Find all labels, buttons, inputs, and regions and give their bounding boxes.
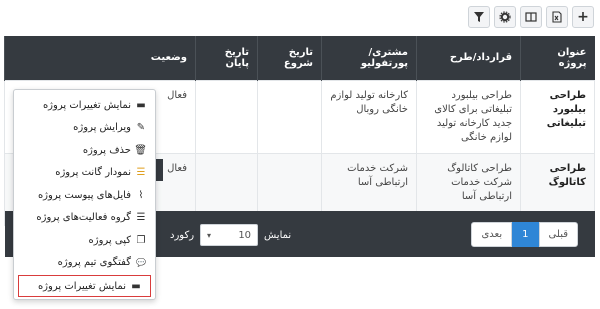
menu-item-show-changes[interactable]: ▬ نمایش تغییرات پروژه bbox=[14, 94, 155, 117]
cell-title: طراحی بیلبورد تبلیغاتی bbox=[520, 79, 595, 154]
add-button[interactable]: + bbox=[572, 6, 594, 28]
row-actions-toggle[interactable] bbox=[156, 159, 163, 181]
menu-item-activity-groups[interactable]: ☰ گروه فعالیت‌های پروژه bbox=[14, 207, 155, 230]
archive-icon: ▬ bbox=[131, 280, 141, 292]
menu-item-label: نمودار گانت پروژه bbox=[55, 167, 131, 179]
filter-icon bbox=[474, 12, 484, 22]
page-size-value: 10 bbox=[238, 229, 252, 241]
columns-button[interactable] bbox=[520, 6, 542, 28]
menu-item-label: فایل‌های پیوست پروژه bbox=[37, 189, 131, 201]
cell-contract: طراحی بیلبورد تبلیغاتی برای کالای جدید ک… bbox=[416, 79, 521, 154]
archive-icon: ▬ bbox=[136, 99, 146, 111]
header-title[interactable]: عنوان پروژه bbox=[520, 36, 595, 80]
show-label: نمایش bbox=[264, 229, 292, 241]
menu-item-team-chat[interactable]: 💬 گفتگوی تیم پروژه bbox=[14, 252, 155, 275]
gear-icon bbox=[499, 11, 511, 23]
table-header-row: عنوان پروژه قرارداد/طرح مشتری/پورتفولیو … bbox=[4, 36, 595, 80]
menu-item-label: گروه فعالیت‌های پروژه bbox=[36, 212, 131, 224]
menu-item-label: حذف پروژه bbox=[82, 144, 131, 156]
header-start-date[interactable]: تاریخ شروع bbox=[257, 36, 322, 80]
menu-item-delete[interactable]: 🗑 حذف پروژه bbox=[14, 139, 155, 162]
header-end-date[interactable]: تاریخ پایان bbox=[195, 36, 258, 80]
menu-item-label: نمایش تغییرات پروژه bbox=[37, 280, 126, 292]
records-label: رکورد bbox=[170, 229, 195, 241]
menu-item-label: نمایش تغییرات پروژه bbox=[42, 99, 131, 111]
menu-item-label: ویرایش پروژه bbox=[73, 122, 131, 134]
toolbar: + bbox=[468, 6, 594, 28]
page-size-select[interactable]: ▾ 10 bbox=[200, 224, 259, 246]
cell-client: کارخانه تولید لوازم خانگی روبال bbox=[321, 79, 417, 154]
filter-button[interactable] bbox=[468, 6, 490, 28]
prev-page-button[interactable]: قبلی bbox=[538, 222, 578, 247]
menu-item-gantt[interactable]: ☰ نمودار گانت پروژه bbox=[14, 162, 155, 185]
columns-icon bbox=[525, 12, 537, 22]
menu-item-show-changes-highlighted[interactable]: ▬ نمایش تغییرات پروژه bbox=[18, 275, 151, 297]
copy-icon: ❐ bbox=[136, 234, 146, 246]
header-client[interactable]: مشتری/پورتفولیو bbox=[321, 36, 417, 80]
excel-icon bbox=[552, 11, 562, 23]
list-icon: ☰ bbox=[136, 212, 146, 224]
edit-icon: ✎ bbox=[136, 122, 146, 134]
page-size-control: نمایش ▾ 10 رکورد bbox=[170, 224, 291, 246]
cell-end-date bbox=[195, 79, 258, 154]
menu-item-edit[interactable]: ✎ ویرایش پروژه bbox=[14, 117, 155, 140]
export-excel-button[interactable] bbox=[546, 6, 568, 28]
next-page-button[interactable]: بعدی bbox=[471, 222, 513, 247]
settings-button[interactable] bbox=[494, 6, 516, 28]
menu-item-attachments[interactable]: ⌇ فایل‌های پیوست پروژه bbox=[14, 184, 155, 207]
cell-start-date bbox=[257, 79, 322, 154]
chat-icon: 💬 bbox=[136, 258, 146, 268]
plus-icon: + bbox=[577, 9, 589, 25]
menu-item-copy[interactable]: ❐ کپی پروژه bbox=[14, 229, 155, 252]
header-contract[interactable]: قرارداد/طرح bbox=[416, 36, 521, 80]
trash-icon: 🗑 bbox=[134, 144, 147, 156]
pagination: بعدی 1 قبلی bbox=[471, 222, 578, 247]
chevron-down-icon: ▾ bbox=[207, 230, 212, 240]
menu-item-label: گفتگوی تیم پروژه bbox=[57, 257, 131, 269]
header-status[interactable]: وضعیت bbox=[4, 36, 196, 80]
row-context-menu: ▬ نمایش تغییرات پروژه ✎ ویرایش پروژه 🗑 ح… bbox=[13, 89, 156, 300]
page-1-button[interactable]: 1 bbox=[512, 222, 539, 247]
menu-item-label: کپی پروژه bbox=[88, 234, 132, 246]
paperclip-icon: ⌇ bbox=[138, 189, 144, 201]
gantt-icon: ☰ bbox=[136, 167, 146, 179]
